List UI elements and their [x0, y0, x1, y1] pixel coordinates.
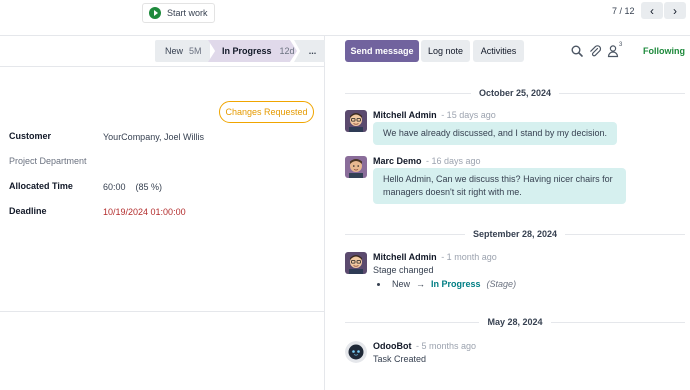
- pager-previous-button[interactable]: ‹: [641, 2, 663, 19]
- statusbar: New 5M In Progress 12d ...: [0, 36, 325, 67]
- avatar[interactable]: [345, 252, 367, 274]
- task-form: New 5M In Progress 12d ... Changes Reque…: [0, 36, 325, 390]
- message: Mitchell Admin - 1 month ago Stage chang…: [345, 252, 685, 292]
- date-separator-label: October 25, 2024: [478, 88, 552, 98]
- message-date: - 1 month ago: [441, 252, 497, 262]
- project-department-label: Project Department: [9, 156, 87, 166]
- message-author[interactable]: OdooBot: [373, 341, 412, 351]
- date-separator: May 28, 2024: [345, 316, 685, 328]
- pager-next-button[interactable]: ›: [664, 2, 686, 19]
- chevron-right-icon: ›: [673, 3, 677, 18]
- start-work-label: Start work: [167, 8, 208, 18]
- tracking-old-value: New: [392, 279, 411, 289]
- stage-new[interactable]: New 5M: [155, 40, 210, 62]
- stage-more-button[interactable]: ...: [294, 40, 325, 62]
- message-date: - 5 months ago: [416, 341, 477, 351]
- search-icon[interactable]: [570, 44, 584, 58]
- message: Marc Demo - 16 days ago Hello Admin, Can…: [345, 156, 685, 208]
- send-message-button[interactable]: Send message: [345, 40, 419, 62]
- tracking-field-name: (Stage): [486, 279, 517, 289]
- play-icon: [149, 7, 161, 19]
- message-date: - 16 days ago: [426, 156, 481, 166]
- tracking-value: New → In Progress (Stage): [377, 279, 516, 289]
- avatar[interactable]: [345, 156, 367, 178]
- date-separator-label: May 28, 2024: [487, 317, 543, 327]
- form-divider: [0, 311, 325, 312]
- allocated-time-label: Allocated Time: [9, 181, 73, 191]
- deadline-label: Deadline: [9, 206, 47, 216]
- stage-in-progress-label: In Progress: [222, 46, 272, 56]
- message-header: OdooBot - 5 months ago: [373, 341, 476, 351]
- tracking-new-value: In Progress: [431, 279, 481, 289]
- stage-more-label: ...: [308, 46, 317, 56]
- message: OdooBot - 5 months ago Task Created: [345, 341, 685, 371]
- message-date: - 15 days ago: [441, 110, 496, 120]
- message-body: We have already discussed, and I stand b…: [373, 122, 617, 145]
- avatar[interactable]: [345, 341, 367, 363]
- control-panel: Start work 7 / 12 ‹ ›: [0, 0, 690, 36]
- chevron-left-icon: ‹: [650, 3, 654, 18]
- message-author[interactable]: Marc Demo: [373, 156, 422, 166]
- deadline-field[interactable]: 10/19/2024 01:00:00: [103, 207, 186, 217]
- arrow-right-icon: →: [416, 279, 426, 289]
- message-body-line: Hello Admin, Can we discuss this? Having…: [383, 174, 613, 184]
- allocated-time-percent: (85 %): [135, 182, 163, 192]
- customer-label: Customer: [9, 131, 52, 141]
- stage-in-progress-count: 12d: [279, 46, 295, 56]
- changes-requested-badge[interactable]: Changes Requested: [219, 101, 314, 123]
- message-body-line: managers doesn't sit right with me.: [383, 187, 522, 197]
- message-body: Stage changed: [373, 265, 434, 275]
- avatar[interactable]: [345, 110, 367, 132]
- allocated-time-value: 60:00: [103, 182, 126, 192]
- stage-in-progress[interactable]: In Progress 12d: [208, 40, 297, 62]
- customer-field[interactable]: YourCompany, Joel Willis: [103, 132, 204, 142]
- message-author[interactable]: Mitchell Admin: [373, 110, 437, 120]
- message-header: Mitchell Admin - 1 month ago: [373, 252, 497, 262]
- following-button[interactable]: Following: [643, 46, 685, 56]
- chatter: Send message Log note Activities 3 Follo…: [325, 36, 690, 390]
- date-separator: September 28, 2024: [345, 228, 685, 240]
- pager-value[interactable]: 7 / 12: [612, 6, 635, 16]
- bullet: [377, 282, 380, 286]
- message-body: Task Created: [373, 354, 427, 364]
- activities-button[interactable]: Activities: [473, 40, 524, 62]
- message-header: Mitchell Admin - 15 days ago: [373, 110, 496, 120]
- message: Mitchell Admin - 15 days ago We have alr…: [345, 110, 685, 150]
- message-header: Marc Demo - 16 days ago: [373, 156, 481, 166]
- paperclip-icon[interactable]: [588, 44, 602, 58]
- stage-new-label: New: [165, 46, 184, 56]
- message-author[interactable]: Mitchell Admin: [373, 252, 437, 262]
- log-note-button[interactable]: Log note: [421, 40, 470, 62]
- chatter-toolbar: Send message Log note Activities 3 Follo…: [325, 36, 690, 67]
- follower-count: 3: [619, 42, 623, 48]
- start-work-button[interactable]: Start work: [142, 3, 215, 23]
- allocated-time-field[interactable]: 60:00 (85 %): [103, 182, 162, 192]
- stage-new-count: 5M: [189, 46, 202, 56]
- message-body: Hello Admin, Can we discuss this? Having…: [373, 168, 626, 204]
- date-separator-label: September 28, 2024: [472, 229, 558, 239]
- date-separator: October 25, 2024: [345, 87, 685, 99]
